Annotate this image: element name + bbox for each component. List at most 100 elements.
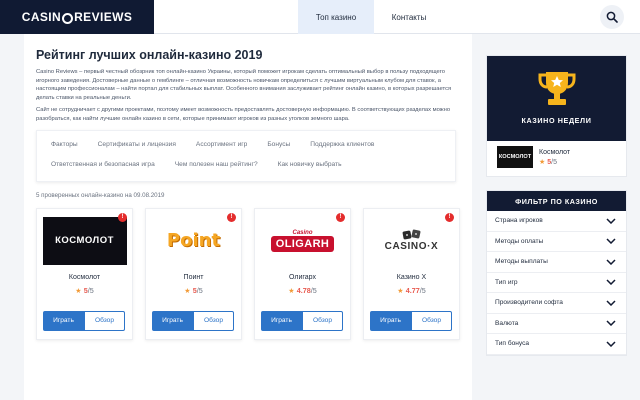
- logo-subtext: Casino: [292, 229, 313, 236]
- toc-link[interactable]: Поддержка клиентов: [310, 139, 374, 151]
- filter-option[interactable]: Страна игроков: [487, 211, 626, 232]
- logo-text: Point: [166, 230, 221, 252]
- play-button[interactable]: Играть: [152, 310, 193, 331]
- filter-label: Методы выплаты: [495, 258, 548, 266]
- filter-option[interactable]: Производители софта: [487, 293, 626, 314]
- rating-max: /5: [87, 285, 94, 295]
- filter-option[interactable]: Тип игр: [487, 273, 626, 293]
- top-bar: CASIN REVIEWS Топ казино Контакты: [0, 0, 640, 34]
- toc-link[interactable]: Ассортимент игр: [196, 139, 247, 151]
- rating-max: /5: [551, 158, 557, 166]
- casino-logo[interactable]: КОСМОЛОТ: [42, 216, 127, 265]
- filter-option[interactable]: Методы выплаты: [487, 252, 626, 273]
- tab-label: Контакты: [391, 12, 427, 22]
- chevron-down-icon: [606, 341, 616, 347]
- card-actions: Играть Обзор: [152, 310, 234, 331]
- logo-text: КОСМОЛОТ: [55, 235, 114, 247]
- filter-option[interactable]: Методы оплаты: [487, 232, 626, 252]
- casino-card: ! Point Поинт ★ 5/5 Играть Обзор: [145, 207, 242, 340]
- poker-chip-icon: [62, 12, 74, 24]
- intro-paragraph: Сайт не сотрудничает с другими проектами…: [36, 107, 451, 122]
- casino-card: ! CASINO·X Казино Х ★ 4.77/5 Играть Обзо…: [363, 207, 460, 340]
- casino-name: Олигарх: [289, 273, 316, 281]
- toc-link[interactable]: Чем полезен наш рейтинг?: [175, 159, 258, 171]
- review-button[interactable]: Обзор: [411, 310, 452, 331]
- chevron-down-icon: [606, 238, 616, 245]
- review-button[interactable]: Обзор: [302, 310, 343, 331]
- casino-card: ! КОСМОЛОТ Космолот ★ 5/5 Играть Обзор: [36, 207, 133, 340]
- toc-link[interactable]: Сертификаты и лицензия: [98, 139, 176, 151]
- dice-icon: [402, 229, 420, 240]
- filter-label: Тип игр: [495, 278, 518, 286]
- alert-badge: !: [227, 212, 236, 222]
- main-content: Рейтинг лучших онлайн-казино 2019 Casino…: [24, 34, 472, 400]
- filter-label: Методы оплаты: [495, 237, 544, 245]
- casino-logo[interactable]: Point: [152, 217, 236, 265]
- logo-text-right: REVIEWS: [74, 10, 133, 24]
- casino-of-week: КАЗИНО НЕДЕЛИ КОСМОЛОТ Космолот ★ 5/5: [486, 55, 627, 177]
- logo-text: CASINO·X: [384, 241, 439, 253]
- casino-of-week-header: КАЗИНО НЕДЕЛИ: [487, 56, 626, 141]
- casino-card: ! Casino OLIGARH Олигарх ★ 4.78/5 Играть…: [254, 207, 351, 340]
- rating-max: /5: [419, 285, 426, 295]
- play-button[interactable]: Играть: [370, 310, 411, 331]
- alert-badge: !: [336, 212, 345, 222]
- casino-filter: ФИЛЬТР ПО КАЗИНО Страна игроков Методы о…: [486, 190, 627, 356]
- rating-value: 4.77: [405, 285, 420, 295]
- toc-link[interactable]: Ответственная и безопасная игра: [51, 159, 155, 171]
- search-button[interactable]: [600, 5, 624, 29]
- casino-info: Космолот ★ 5/5: [539, 149, 570, 166]
- star-icon: ★: [397, 285, 404, 295]
- table-of-contents: Факторы Сертификаты и лицензия Ассортиме…: [36, 129, 456, 182]
- review-button[interactable]: Обзор: [84, 310, 125, 331]
- casino-logo[interactable]: CASINO·X: [370, 217, 454, 265]
- filter-label: Валюта: [495, 319, 519, 327]
- casino-rating: ★ 5/5: [539, 158, 570, 166]
- casino-cards: ! КОСМОЛОТ Космолот ★ 5/5 Играть Обзор !…: [36, 207, 460, 340]
- rating-max: /5: [310, 285, 317, 295]
- filter-label: Страна игроков: [495, 217, 543, 225]
- card-actions: Играть Обзор: [261, 310, 343, 331]
- tab-top-casino[interactable]: Топ казино: [298, 0, 374, 34]
- intro-paragraph: Casino Reviews – первый честный обозрник…: [36, 69, 452, 101]
- toc-link[interactable]: Как новичку выбрать: [278, 159, 342, 171]
- star-icon: ★: [184, 285, 191, 295]
- casino-name: Космолот: [68, 273, 101, 281]
- trophy-icon: [538, 72, 575, 105]
- casino-of-week-title: КАЗИНО НЕДЕЛИ: [521, 116, 592, 125]
- toc-link[interactable]: Бонусы: [267, 139, 290, 151]
- logo-text: OLIGARH: [270, 235, 335, 252]
- filter-option[interactable]: Тип бонуса: [487, 334, 626, 355]
- casino-of-week-item[interactable]: КОСМОЛОТ Космолот ★ 5/5: [487, 141, 626, 173]
- filter-title: ФИЛЬТР ПО КАЗИНО: [487, 191, 626, 211]
- filter-label: Производители софта: [495, 299, 563, 307]
- review-button[interactable]: Обзор: [193, 310, 234, 331]
- tab-contacts[interactable]: Контакты: [374, 0, 444, 34]
- play-button[interactable]: Играть: [261, 310, 302, 331]
- chevron-down-icon: [606, 279, 616, 286]
- card-actions: Играть Обзор: [370, 310, 452, 331]
- star-icon: ★: [539, 158, 546, 166]
- page-title: Рейтинг лучших онлайн-казино 2019: [36, 48, 263, 62]
- filter-option[interactable]: Валюта: [487, 314, 626, 334]
- card-actions: Играть Обзор: [43, 310, 125, 331]
- filter-label: Тип бонуса: [495, 340, 530, 348]
- casino-rating: ★ 4.78/5: [288, 286, 316, 295]
- rating-value: 4.78: [296, 285, 311, 295]
- site-logo[interactable]: CASIN REVIEWS: [0, 0, 154, 34]
- intro-text: Casino Reviews – первый честный обозрник…: [36, 68, 460, 124]
- alert-badge: !: [118, 212, 127, 222]
- toc-link[interactable]: Факторы: [51, 139, 78, 151]
- chevron-down-icon: [606, 300, 616, 306]
- chevron-down-icon: [606, 259, 616, 265]
- casino-name: Поинт: [183, 273, 204, 281]
- chevron-down-icon: [606, 218, 616, 224]
- sidebar: КАЗИНО НЕДЕЛИ КОСМОЛОТ Космолот ★ 5/5 ФИ…: [486, 55, 627, 356]
- play-button[interactable]: Играть: [43, 310, 84, 331]
- casino-logo: КОСМОЛОТ: [497, 146, 533, 168]
- tab-label: Топ казино: [315, 12, 357, 22]
- casino-logo[interactable]: Casino OLIGARH: [261, 217, 345, 265]
- chevron-down-icon: [606, 320, 616, 327]
- casino-count-text: 5 проверенных онлайн-казино на 09.08.201…: [36, 191, 165, 199]
- rating-max: /5: [196, 285, 203, 295]
